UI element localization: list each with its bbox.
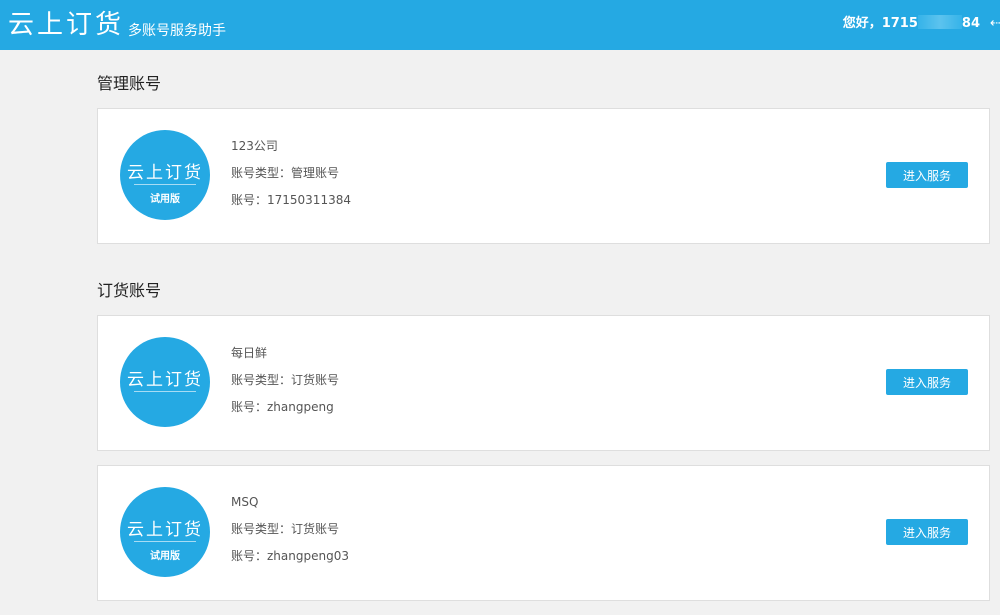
app-subtitle: 多账号服务助手 — [128, 23, 226, 39]
top-bar: 云上订货 多账号服务助手 您好，1715 84 ⇠ — [0, 0, 1000, 50]
greeting-suffix: 84 — [961, 16, 980, 31]
avatar-logo-text: 云上订货 — [127, 370, 203, 390]
brand-logo[interactable]: 云上订货 — [8, 8, 124, 42]
avatar-divider — [134, 391, 196, 392]
account-type: 账号类型：订货账号 — [231, 522, 340, 536]
account-info: 每日鲜 账号类型：订货账号 账号：zhangpeng — [231, 346, 339, 427]
account-info: 123公司 账号类型：管理账号 账号：17150311384 — [231, 139, 351, 220]
greeting-prefix: 您好，1715 — [842, 16, 918, 31]
user-greeting: 您好，1715 84 — [843, 15, 980, 33]
avatar-logo-text: 云上订货 — [127, 520, 203, 540]
logout-arrow-icon[interactable]: ⇠ — [990, 16, 1000, 31]
account-number: 账号：zhangpeng — [231, 400, 334, 414]
avatar: 云上订货 试用版 — [120, 487, 210, 577]
company-name: 每日鲜 — [231, 346, 268, 360]
account-type: 账号类型：管理账号 — [231, 166, 340, 180]
avatar-divider — [134, 541, 196, 542]
account-info: MSQ 账号类型：订货账号 账号：zhangpeng03 — [231, 495, 349, 576]
account-number: 账号：zhangpeng03 — [231, 549, 349, 563]
account-card: 云上订货 试用版 123公司 账号类型：管理账号 账号：17150311384 … — [97, 108, 990, 244]
section-title-admin: 管理账号 — [97, 74, 162, 93]
avatar: 云上订货 — [120, 337, 210, 427]
account-number: 账号：17150311384 — [231, 193, 351, 207]
enter-service-button[interactable]: 进入服务 — [886, 519, 968, 545]
trial-badge: 试用版 — [150, 194, 180, 205]
account-card: 云上订货 试用版 MSQ 账号类型：订货账号 账号：zhangpeng03 进入… — [97, 465, 990, 601]
account-card: 云上订货 每日鲜 账号类型：订货账号 账号：zhangpeng 进入服务 — [97, 315, 990, 451]
enter-service-button[interactable]: 进入服务 — [886, 162, 968, 188]
trial-badge: 试用版 — [150, 551, 180, 562]
enter-service-button[interactable]: 进入服务 — [886, 369, 968, 395]
avatar-divider — [134, 184, 196, 185]
avatar: 云上订货 试用版 — [120, 130, 210, 220]
section-title-order: 订货账号 — [97, 281, 162, 300]
avatar-logo-text: 云上订货 — [127, 163, 203, 183]
account-type: 账号类型：订货账号 — [231, 373, 340, 387]
masked-phone-segment — [917, 15, 962, 29]
company-name: 123公司 — [231, 139, 278, 153]
company-name: MSQ — [231, 495, 259, 509]
